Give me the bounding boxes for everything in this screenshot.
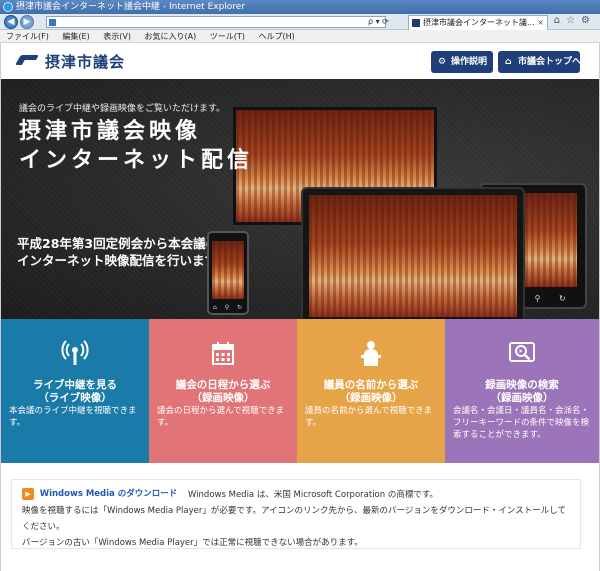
hero-intro: 議会のライブ中継や録画映像をご覧いただけます。 — [19, 104, 226, 114]
menu-view[interactable]: 表示(V) — [103, 32, 131, 41]
hero-title: 摂津市議会映像 インターネット配信 — [19, 117, 253, 175]
tile-member[interactable]: 議員の名前から選ぶ （録画映像） 議員の名前から選んで視聴できます。 — [297, 319, 445, 463]
tile-title-line1: ライブ中継を見る — [33, 379, 117, 391]
tile-title-line2: （録画映像） — [191, 392, 255, 404]
menu-file[interactable]: ファイル(F) — [6, 32, 49, 41]
city-emblem-icon — [17, 53, 39, 69]
windows-media-player-icon: ▶ — [22, 488, 34, 500]
notice-line1: Windows Media は、米国 Microsoft Corporation… — [187, 489, 438, 500]
hero-subtitle-line1: 平成28年第3回定例会から本会議の — [17, 236, 219, 251]
assembly-hall-image — [309, 195, 517, 317]
gear-icon: ⚙ — [438, 57, 447, 67]
window-title: 摂津市議会インターネット議会中継 - Internet Explorer — [16, 2, 246, 12]
council-top-button-label: 市議会トップへ — [518, 57, 582, 67]
site-header: 摂津市議会 ⚙ 操作説明 ⌂ 市議会トップへ — [1, 43, 599, 79]
logo-text: 摂津市議会 — [45, 52, 126, 71]
tab-title: 摂津市議会インターネット議... — [423, 18, 535, 27]
hero-subtitle: 平成28年第3回定例会から本会議の インターネット映像配信を行います。 — [17, 235, 228, 269]
wmp-download-link[interactable]: ▶ Windows Media のダウンロード — [22, 486, 185, 503]
notice-line1-row: ▶ Windows Media のダウンロード Windows Media は、… — [22, 486, 570, 503]
address-buttons[interactable]: ρ ▾ ⟳ — [368, 16, 389, 28]
notice-line2: 映像を視聴するには「Windows Media Player」が必要です。アイコ… — [22, 505, 566, 532]
council-top-button[interactable]: ⌂ 市議会トップへ — [498, 51, 582, 73]
window-titlebar: 摂津市議会インターネット議会中継 - Internet Explorer — [0, 0, 600, 14]
tile-schedule-title: 議会の日程から選ぶ （録画映像） — [149, 379, 297, 405]
tile-live-title: ライブ中継を見る （ライブ映像） — [1, 379, 149, 405]
page-icon — [49, 19, 56, 26]
notice-line3: バージョンの古い「Windows Media Player」では正常に視聴できな… — [22, 537, 363, 548]
tile-schedule[interactable]: 議会の日程から選ぶ （録画映像） 議会の日程から選んで視聴できます。 — [149, 319, 297, 463]
tile-search[interactable]: 録画映像の検索 （録画映像） 会議名・会議日・議員名・会派名・フリーキーワードの… — [445, 319, 599, 463]
player-controls-icon: ⌂ ⚲ ↻ — [213, 304, 246, 311]
browser-tab[interactable]: 摂津市議会インターネット議... × — [408, 15, 548, 30]
wmp-download-label: Windows Media のダウンロード — [39, 489, 178, 499]
back-button[interactable]: ◀ — [4, 15, 18, 29]
tile-title-line1: 議会の日程から選ぶ — [175, 379, 271, 391]
menu-help[interactable]: ヘルプ(H) — [258, 32, 294, 41]
favorites-star-icon[interactable]: ☆ — [566, 15, 581, 26]
navigation-tiles: ライブ中継を見る （ライブ映像） 本会議のライブ中継を視聴できます。 議会の日程… — [1, 319, 599, 463]
tab-close-icon[interactable]: × — [537, 16, 544, 30]
tile-title-line2: （ライブ映像） — [38, 392, 112, 404]
tile-title-line1: 録画映像の検索 — [485, 379, 559, 391]
page-viewport: 摂津市議会 ⚙ 操作説明 ⌂ 市議会トップへ 議会のライブ中継や録画映像をご覧い… — [0, 43, 600, 571]
browser-toolbar-icons: ⌂☆⚙ — [554, 15, 596, 26]
guide-button-label: 操作説明 — [451, 57, 488, 67]
hero-title-line2: インターネット配信 — [19, 148, 254, 173]
tile-member-title: 議員の名前から選ぶ （録画映像） — [297, 379, 445, 405]
home-icon[interactable]: ⌂ — [554, 15, 566, 26]
menu-bar: ファイル(F) 編集(E) 表示(V) お気に入り(A) ツール(T) ヘルプ(… — [0, 30, 600, 43]
hero-title-line1: 摂津市議会映像 — [19, 119, 202, 144]
settings-gear-icon[interactable]: ⚙ — [581, 15, 596, 26]
laptop-image — [301, 187, 525, 319]
hero-subtitle-line2: インターネット映像配信を行います。 — [17, 253, 229, 268]
speaker-podium-icon — [357, 339, 385, 367]
site-logo[interactable]: 摂津市議会 — [17, 52, 126, 71]
live-antenna-icon — [61, 339, 89, 367]
windows-media-notice: ▶ Windows Media のダウンロード Windows Media は、… — [11, 479, 581, 549]
smartphone-image: ⌂ ⚲ ↻ — [207, 231, 249, 315]
address-bar: ◀ ▶ ρ ▾ ⟳ 摂津市議会インターネット議... × ⌂☆⚙ — [0, 14, 600, 30]
tile-search-desc: 会議名・会議日・議員名・会派名・フリーキーワードの条件で映像を検索することができ… — [453, 406, 590, 440]
ie-logo-icon — [3, 2, 13, 12]
forward-button[interactable]: ▶ — [20, 15, 34, 29]
tile-title-line1: 議員の名前から選ぶ — [323, 379, 419, 391]
tile-live[interactable]: ライブ中継を見る （ライブ映像） 本会議のライブ中継を視聴できます。 — [1, 319, 149, 463]
menu-tools[interactable]: ツール(T) — [210, 32, 245, 41]
tile-search-title: 録画映像の検索 （録画映像） — [445, 379, 599, 405]
tile-title-line2: （録画映像） — [339, 392, 403, 404]
hero-banner: 議会のライブ中継や録画映像をご覧いただけます。 摂津市議会映像 インターネット配… — [1, 79, 599, 319]
tile-schedule-desc: 議会の日程から選んで視聴できます。 — [157, 406, 285, 428]
calendar-icon — [209, 339, 237, 367]
url-input[interactable] — [46, 16, 386, 28]
menu-edit[interactable]: 編集(E) — [62, 32, 89, 41]
assembly-hall-image — [212, 241, 244, 299]
tile-live-desc: 本会議のライブ中継を視聴できます。 — [9, 406, 137, 428]
home-icon: ⌂ — [505, 57, 512, 67]
search-video-icon — [508, 339, 536, 367]
menu-favorites[interactable]: お気に入り(A) — [145, 32, 197, 41]
guide-button[interactable]: ⚙ 操作説明 — [431, 51, 493, 73]
tile-member-desc: 議員の名前から選んで視聴できます。 — [305, 406, 433, 428]
tile-title-line2: （録画映像） — [490, 392, 554, 404]
tab-favicon-icon — [412, 19, 420, 27]
